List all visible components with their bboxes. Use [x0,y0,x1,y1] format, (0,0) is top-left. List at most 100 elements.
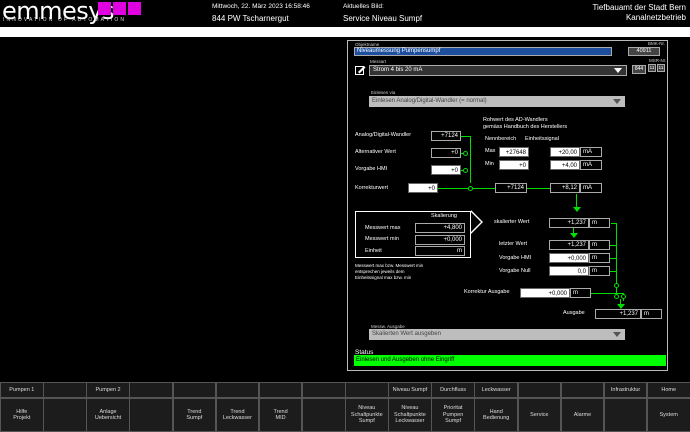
chevron-down-icon [614,68,622,73]
nav-bottom-button-9[interactable]: Niveau Schaltpunkte Sumpf [345,398,389,432]
kor-ausg-unit: m [570,288,591,298]
sig-max-unit: mA [580,147,602,157]
nav-top-button-7[interactable] [258,382,303,398]
mess-min-label: Messwert min [365,236,399,242]
nav-bottom-button-10[interactable]: Niveau Schaltpunkte Leckwasser [388,398,432,432]
flow-junction-icon [621,294,626,299]
ausgabe-value: +1,237 [595,309,641,319]
nav-top-button-14[interactable] [560,382,605,398]
datetime: Mittwoch, 22. März 2023 16:58:46 [212,3,310,10]
nav-bottom-button-12[interactable]: Hand Bedienung [474,398,518,432]
nav-bottom-button-13[interactable]: Service [517,398,562,432]
altwert-value: +0 [431,148,461,158]
nav-top-button-12[interactable]: Leckwasser [474,382,518,398]
flow-line [438,188,495,189]
skal-wert-unit: m [589,218,610,228]
scaling-note: Messwert max bzw. Messwert min entsprech… [355,263,424,280]
org-line2: Kanalnetzbetrieb [625,13,686,22]
kor-ausg-field[interactable]: +0,000 [520,288,570,298]
letzter-value: +1,237 [549,240,589,250]
nav-top-button-2[interactable] [43,382,87,398]
min-label: Min [485,161,494,167]
bmk-label: BMK-Nr. [648,41,666,46]
chevron-down-icon [613,99,621,104]
nav-bottom-button-7[interactable]: Trend MID [258,398,303,432]
nav-bottom-button-4[interactable] [129,398,173,432]
header: emmesys INNOVATION OF AUTOMATION Mittwoc… [0,0,690,27]
nenn-max-field[interactable]: +27648 [499,147,529,157]
mid-value: +7124 [495,183,527,193]
ma-value: +8,12 [550,183,580,193]
nenn-min-field[interactable]: +0 [499,160,529,170]
max-label: Max [485,148,496,154]
mess-max-value: +4,800 [415,223,465,233]
wert-ausgabe-value: Skalierten Wert ausgeben [372,331,441,337]
flow-junction-icon [463,168,468,173]
nav-top-button-15[interactable]: Infrastruktur [603,382,648,398]
logo-square-icon [98,2,111,15]
current-view-label: Aktuelles Bild: [343,3,384,10]
nav-top-button-5[interactable] [172,382,217,398]
adw-label: Analog/Digital-Wandler [355,132,412,138]
einlesen-select[interactable]: Einlesen Analog/Digital-Wandler (= norma… [369,96,625,107]
flow-line [470,136,471,183]
vnull-unit: m [589,266,610,276]
nav-bottom-button-5[interactable]: Trend Sumpf [172,398,217,432]
vnull-label: Vorgabe Null [499,268,531,274]
messart-label: Messart [370,59,387,64]
nav-bottom-button-2[interactable] [43,398,87,432]
service-panel: Objektname Niveaumessung Pumpensumpf BMK… [347,40,668,371]
nav-bottom-button-6[interactable]: Trend Leckwasser [215,398,260,432]
nav-bottom-button-8[interactable] [301,398,346,432]
edit-icon[interactable] [355,63,366,75]
nav-top-button-13[interactable] [517,382,562,398]
messart-value: Strom 4 bis 20 mA [373,67,423,73]
nav-top-button-3[interactable]: Pumpen 2 [86,382,130,398]
nav-top-button-9[interactable] [345,382,389,398]
sig-max-field[interactable]: +20,00 [550,147,580,157]
flow-line [610,258,617,259]
nav-top-button-6[interactable] [215,382,260,398]
nav-top-button-10[interactable]: Niveau Sumpf [388,382,432,398]
flow-arrow-icon [573,207,581,212]
flow-junction-icon [463,151,468,156]
wert-ausgabe-select[interactable]: Skalierten Wert ausgeben [369,329,625,340]
nav-top-button-1[interactable]: Pumpen 1 [0,382,44,398]
vnull-field[interactable]: 0,0 [549,266,589,276]
letzter-unit: m [589,240,610,250]
msr-digit-2: 11 [657,64,665,72]
korrektur-label: Korrekturwert [355,185,389,191]
einlesen-value: Einlesen Analog/Digital-Wandler (= norma… [372,98,487,104]
einheit-value: m [415,246,465,256]
mess-min-value: +0,000 [415,235,465,245]
station-no: 844 [632,65,646,74]
nav-bottom-button-3[interactable]: Anlage Uebersicht [86,398,130,432]
bmk-field: 40911 [628,47,660,56]
nav-bottom-button-1[interactable]: Hilfe Projekt [0,398,44,432]
nav-top-button-4[interactable] [129,382,173,398]
arrow-right-inner-icon [471,212,481,232]
rohwert-title: Rohwert des AD-Wandlers [483,117,548,123]
korrektur-field[interactable]: +0 [408,183,438,193]
vorgabe-hmi-field[interactable]: +0 [431,165,461,175]
logo-tagline: INNOVATION OF AUTOMATION [3,17,127,23]
logo-square-icon [128,2,141,15]
ausgabe-label: Ausgabe [563,310,585,316]
nav-top-button-11[interactable]: Durchfluss [431,382,475,398]
mess-max-label: Messwert max [365,225,401,231]
ma-unit: mA [580,183,602,193]
nav-top-button-8[interactable] [301,382,346,398]
flow-line [616,223,617,288]
flow-line [610,245,617,246]
org-line1: Tiefbauamt der Stadt Bern [592,3,686,12]
messart-select[interactable]: Strom 4 bis 20 mA [369,65,627,76]
nav-bottom-button-14[interactable]: Alarme [560,398,605,432]
nav-top-button-16[interactable]: Home [646,382,690,398]
vorgabe-hmi-label: Vorgabe HMI [355,166,388,172]
nav-bottom-button-11[interactable]: Prioritat Pumpen Sumpf [431,398,475,432]
sig-min-field[interactable]: +4,00 [550,160,580,170]
nav-bottom-button-16[interactable]: System [646,398,690,432]
nav-bottom-button-15[interactable] [603,398,648,432]
flow-junction-icon [614,294,619,299]
vhmi2-field[interactable]: +0,000 [549,253,589,263]
